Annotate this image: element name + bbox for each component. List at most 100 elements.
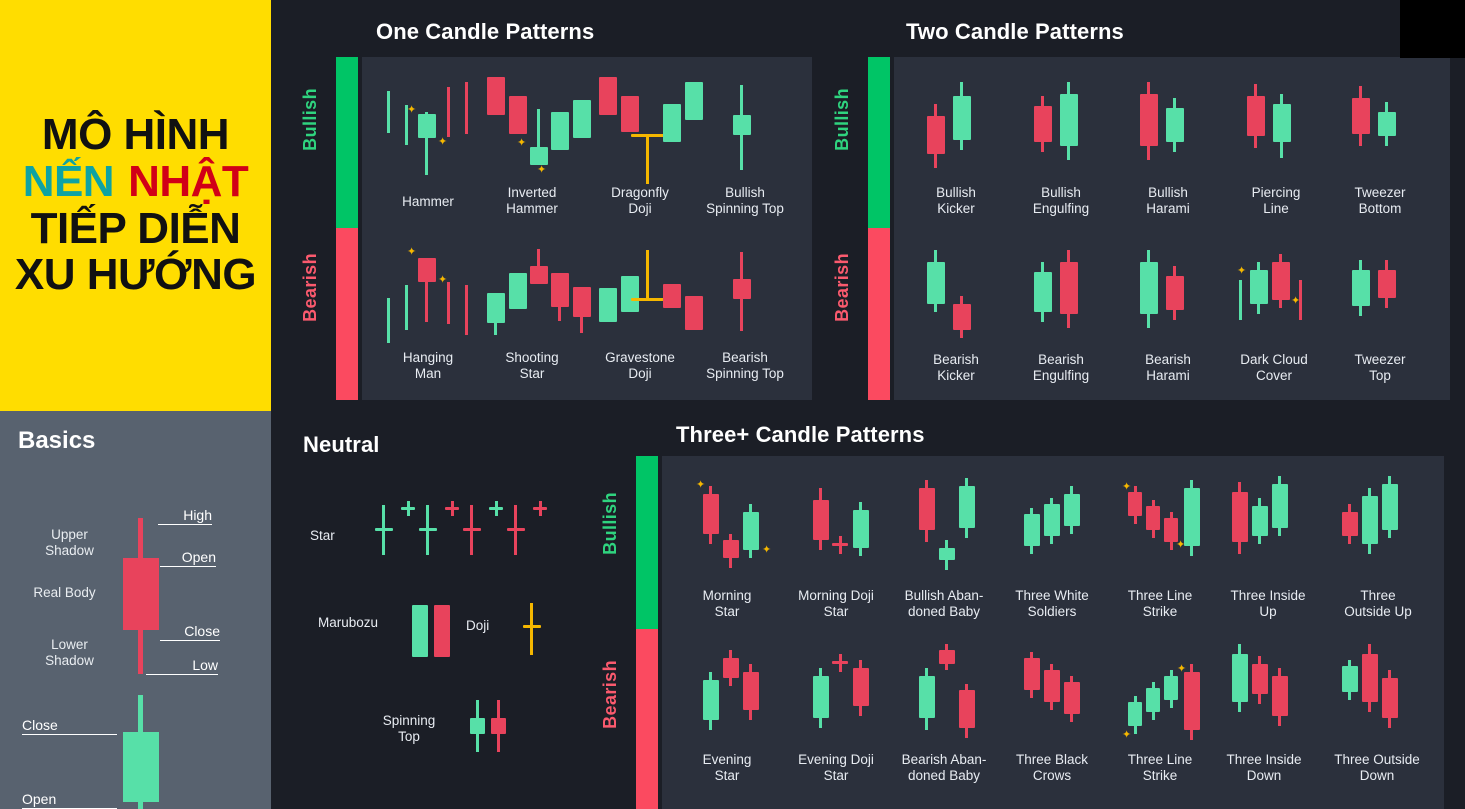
candle-wick (1070, 486, 1073, 494)
sparkle-icon: ✦ (517, 137, 527, 149)
sparkle-icon: ✦ (438, 136, 448, 148)
black-overlay-box (1400, 0, 1465, 58)
candle-wick (451, 501, 454, 516)
pattern-morning-star[interactable]: ✦ ✦ (696, 480, 771, 580)
candle-body (853, 510, 869, 548)
candle-wick (945, 558, 948, 570)
pattern-evening-star[interactable] (696, 648, 770, 748)
basics-tag-close2: Close (22, 717, 117, 735)
candle-wick (1385, 134, 1388, 146)
pattern-three-outside-down[interactable] (1340, 644, 1406, 748)
candle-body (813, 500, 829, 540)
candle-wick (387, 91, 390, 133)
sparkle-icon: ✦ (438, 274, 448, 286)
candle-wick (1030, 688, 1033, 698)
candle-body (723, 658, 739, 678)
candle-body (703, 680, 719, 720)
pattern-three-white-soldiers[interactable] (1022, 484, 1088, 584)
pattern-star[interactable] (375, 495, 547, 565)
pattern-spinning-top[interactable] (468, 700, 508, 756)
caption-doji: Doji (466, 618, 490, 633)
pattern-three-inside-up[interactable] (1230, 476, 1296, 580)
pattern-bearish-abandoned-baby[interactable] (912, 644, 986, 748)
candle-body (487, 293, 505, 323)
basics-title: Basics (18, 427, 96, 454)
pattern-bullish-spinning-top[interactable] (725, 80, 765, 175)
candle-wick (1070, 524, 1073, 534)
candle-body (953, 96, 971, 140)
pattern-doji[interactable] (522, 603, 552, 659)
candle-wick (1258, 534, 1261, 544)
caption-three-line-strike-up: Three Line Strike (1127, 588, 1193, 620)
pattern-bullish-kicker[interactable] (925, 80, 985, 180)
pattern-morning-doji-star[interactable] (806, 480, 880, 580)
pattern-three-black-crows[interactable] (1022, 650, 1088, 750)
pattern-dragonfly-doji[interactable] (597, 72, 703, 184)
candle-body (927, 262, 945, 304)
candle-body (491, 718, 506, 734)
caption-bearish-harami: Bearish Harami (1145, 352, 1191, 384)
candle-wick (965, 526, 968, 538)
candle-wick (1147, 144, 1150, 160)
candle-body (685, 82, 703, 120)
pattern-bearish-spinning-top[interactable] (725, 250, 765, 345)
candle-body (1034, 106, 1052, 142)
candle-wick (1359, 132, 1362, 146)
pattern-bullish-engulfing[interactable] (1032, 80, 1092, 180)
pattern-shooting-star[interactable] (485, 245, 591, 350)
candle-wick (1279, 298, 1282, 308)
pattern-hanging-man[interactable]: ✦ ✦ (385, 245, 475, 350)
candle-wick (1385, 296, 1388, 308)
candle-wick (749, 708, 752, 720)
infographic-root: MÔ HÌNH NẾN NHẬT TIẾP DIỄN XU HƯỚNG Basi… (0, 0, 1465, 809)
pattern-dark-cloud-cover[interactable]: ✦ ✦ (1235, 248, 1315, 348)
candle-body (1064, 494, 1080, 526)
pattern-bullish-abandoned-baby[interactable] (912, 478, 986, 578)
candle-wick (859, 546, 862, 556)
rail-bullish-one (336, 57, 358, 228)
basics-tag-close: Close (160, 623, 220, 641)
candle-wick (1239, 280, 1242, 320)
candle-wick (1388, 716, 1391, 728)
pattern-piercing-line[interactable] (1245, 80, 1305, 180)
caption-bullish-harami: Bullish Harami (1146, 185, 1190, 217)
candle-wick (709, 532, 712, 544)
candle-wick (465, 285, 468, 335)
pattern-bearish-kicker[interactable] (925, 248, 985, 348)
candle-wick (819, 716, 822, 728)
caption-dark-cloud-cover: Dark Cloud Cover (1240, 352, 1308, 384)
pattern-hammer[interactable]: ✦ ✦ (385, 75, 475, 180)
pattern-bearish-engulfing[interactable] (1032, 248, 1092, 348)
pattern-three-line-strike-down[interactable]: ✦ ✦ (1122, 644, 1202, 748)
sparkle-icon: ✦ (537, 164, 547, 176)
caption-inverted-hammer: Inverted Hammer (506, 185, 558, 217)
candle-wick (819, 538, 822, 550)
candle-body (813, 676, 829, 718)
pattern-three-inside-down[interactable] (1230, 644, 1296, 748)
pattern-tweezer-top[interactable] (1350, 248, 1410, 348)
candle-wick (1050, 534, 1053, 544)
candle-wick (558, 307, 561, 321)
candle-body (733, 279, 751, 299)
doji-crossbar (463, 528, 481, 531)
pattern-inverted-hammer[interactable]: ✦ ✦ (485, 72, 591, 182)
candle-wick (1348, 534, 1351, 544)
pattern-three-outside-up[interactable] (1340, 476, 1406, 580)
pattern-bullish-harami[interactable] (1138, 80, 1198, 180)
rail-label-bearish-two: Bearish (832, 253, 852, 322)
candle-wick (740, 135, 743, 170)
pattern-marubozu[interactable] (412, 605, 458, 661)
basics-label-real-body: Real Body (33, 585, 96, 600)
pattern-bearish-harami[interactable] (1138, 248, 1198, 348)
basics-diagram: Upper Shadow Real Body Lower Shadow High… (0, 455, 271, 809)
pattern-evening-doji-star[interactable] (806, 648, 880, 748)
candle-wick (945, 662, 948, 670)
candle-wick (537, 109, 540, 147)
basics-tag-open: Open (160, 549, 216, 567)
candle-body (927, 116, 945, 154)
pattern-gravestone-doji[interactable] (597, 240, 703, 350)
pattern-three-line-strike-up[interactable]: ✦ ✦ (1122, 478, 1202, 578)
pattern-tweezer-bottom[interactable] (1350, 80, 1410, 180)
candle-body (1128, 702, 1142, 726)
candle-wick (1041, 140, 1044, 152)
